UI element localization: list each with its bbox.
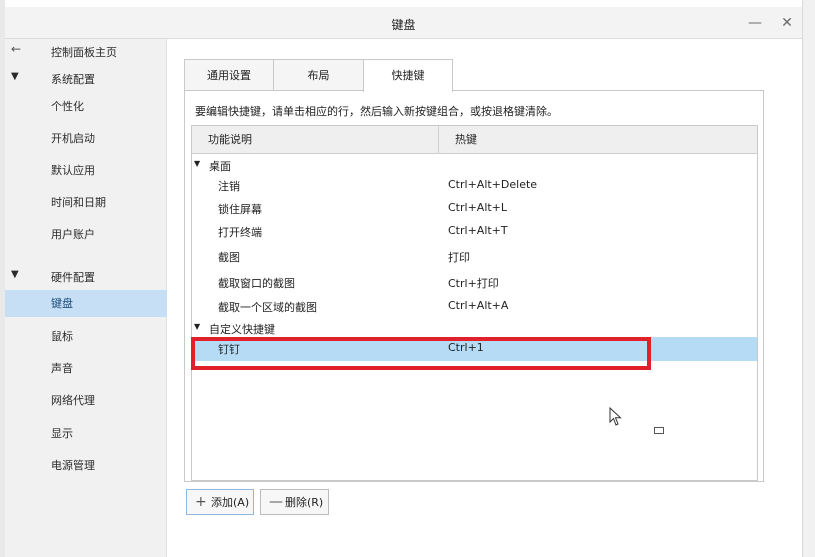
- sidebar-group-system[interactable]: ▼ 系统配置: [5, 66, 167, 93]
- sidebar-group-hardware[interactable]: ▼ 硬件配置: [5, 264, 167, 291]
- action-cell: 锁住屏幕: [218, 203, 262, 216]
- sidebar-item-power[interactable]: 电源管理: [5, 452, 167, 479]
- action-cell: 截取窗口的截图: [218, 277, 295, 290]
- sidebar-item-date-time[interactable]: 时间和日期: [5, 189, 167, 216]
- sidebar-item-home[interactable]: ← 控制面板主页: [5, 39, 167, 66]
- sidebar-item-default-apps[interactable]: 默认应用: [5, 157, 167, 184]
- expand-triangle-icon: ▼: [194, 322, 201, 331]
- collapse-triangle-icon: ▼: [11, 71, 19, 82]
- sidebar-item-network-proxy[interactable]: 网络代理: [5, 387, 167, 414]
- group-label: 桌面: [209, 160, 231, 173]
- main-content: 通用设置 布局 快捷键 要编辑快捷键，请单击相应的行，然后输入新按键组合，或按退…: [168, 39, 802, 557]
- tab-label: 布局: [307, 69, 330, 82]
- hotkey-cell: Ctrl+Alt+A: [448, 299, 509, 312]
- table-row[interactable]: 截取一个区域的截图 Ctrl+Alt+A: [192, 295, 757, 319]
- sidebar-item-label: 鼠标: [51, 330, 73, 343]
- mouse-pointer-icon: [609, 407, 622, 426]
- collapse-triangle-icon: ▼: [11, 269, 19, 280]
- hotkey-cell: Ctrl+Alt+L: [448, 201, 508, 214]
- sidebar-item-startup[interactable]: 开机启动: [5, 125, 167, 152]
- sidebar-item-label: 默认应用: [51, 164, 95, 177]
- sidebar-item-label: 键盘: [51, 297, 73, 310]
- tab-shortcuts[interactable]: 快捷键: [363, 59, 453, 92]
- close-button[interactable]: ✕: [777, 13, 797, 33]
- action-cell: 截图: [218, 251, 240, 264]
- column-header-hotkey[interactable]: 热键: [438, 126, 757, 154]
- table-header: 功能说明 热键: [192, 126, 757, 154]
- shortcuts-panel: 要编辑快捷键，请单击相应的行，然后输入新按键组合，或按退格键清除。 功能说明 热…: [184, 90, 764, 482]
- back-arrow-icon: ←: [11, 42, 22, 56]
- highlight-annotation-box: [191, 337, 651, 370]
- table-row[interactable]: 截图 打印: [192, 245, 757, 269]
- sidebar-item-label: 用户账户: [51, 228, 95, 241]
- tab-label: 快捷键: [391, 69, 425, 82]
- instruction-text: 要编辑快捷键，请单击相应的行，然后输入新按键组合，或按退格键清除。: [195, 105, 558, 118]
- column-header-action[interactable]: 功能说明: [192, 126, 438, 154]
- table-row[interactable]: 截取窗口的截图 Ctrl+打印: [192, 271, 757, 295]
- action-cell: 注销: [218, 180, 240, 193]
- table-row[interactable]: 打开终端 Ctrl+Alt+T: [192, 220, 757, 244]
- expand-triangle-icon: ▼: [194, 159, 201, 168]
- sidebar-item-personalization[interactable]: 个性化: [5, 93, 167, 120]
- sidebar-item-sound[interactable]: 声音: [5, 355, 167, 382]
- sidebar-item-label: 声音: [51, 362, 73, 375]
- window-title: 键盘: [391, 18, 416, 32]
- add-button-label: 添加(A): [211, 496, 250, 509]
- sidebar-item-label: 网络代理: [51, 394, 95, 407]
- sidebar-item-label: 开机启动: [51, 132, 95, 145]
- sidebar-item-label: 个性化: [51, 100, 84, 113]
- sidebar-group-label: 系统配置: [51, 73, 95, 86]
- tab-layout[interactable]: 布局: [273, 59, 364, 91]
- remove-shortcut-button[interactable]: — 删除(R): [260, 489, 329, 515]
- sidebar: ← 控制面板主页 ▼ 系统配置 个性化 开机启动 默认应用 时间和日期 用户账户…: [5, 39, 167, 557]
- tab-general[interactable]: 通用设置: [184, 59, 274, 91]
- keyboard-indicator-icon: [654, 427, 664, 434]
- hotkey-cell: 打印: [448, 251, 470, 264]
- minus-icon: —: [269, 494, 283, 510]
- hotkey-cell: Ctrl+Alt+T: [448, 224, 508, 237]
- sidebar-item-display[interactable]: 显示: [5, 420, 167, 447]
- sidebar-item-keyboard[interactable]: 键盘: [5, 290, 167, 317]
- sidebar-item-label: 显示: [51, 427, 73, 440]
- minimize-icon: —: [748, 15, 762, 31]
- sidebar-item-label: 时间和日期: [51, 196, 106, 209]
- action-cell: 打开终端: [218, 226, 262, 239]
- sidebar-group-label: 硬件配置: [51, 271, 95, 284]
- sidebar-item-user-accounts[interactable]: 用户账户: [5, 221, 167, 248]
- window-right-scroll-edge: [802, 0, 815, 557]
- hotkey-cell: Ctrl+打印: [448, 277, 499, 290]
- group-label: 自定义快捷键: [209, 323, 275, 336]
- add-shortcut-button[interactable]: + 添加(A): [186, 489, 254, 515]
- minimize-button[interactable]: —: [745, 13, 765, 33]
- remove-button-label: 删除(R): [285, 496, 324, 509]
- sidebar-item-label: 控制面板主页: [51, 46, 117, 59]
- sidebar-item-mouse[interactable]: 鼠标: [5, 323, 167, 350]
- action-cell: 截取一个区域的截图: [218, 301, 317, 314]
- shortcuts-table[interactable]: 功能说明 热键 ▼ 桌面 注销 Ctrl+Alt+Delete 锁住屏幕 Ctr…: [191, 125, 758, 481]
- table-row[interactable]: 注销 Ctrl+Alt+Delete: [192, 174, 757, 198]
- tab-label: 通用设置: [207, 69, 251, 82]
- close-icon: ✕: [781, 15, 793, 31]
- sidebar-item-label: 电源管理: [51, 459, 95, 472]
- title-bar: 键盘 — ✕: [5, 7, 802, 39]
- hotkey-cell: Ctrl+Alt+Delete: [448, 178, 538, 191]
- plus-icon: +: [195, 494, 207, 510]
- table-row[interactable]: 锁住屏幕 Ctrl+Alt+L: [192, 197, 757, 221]
